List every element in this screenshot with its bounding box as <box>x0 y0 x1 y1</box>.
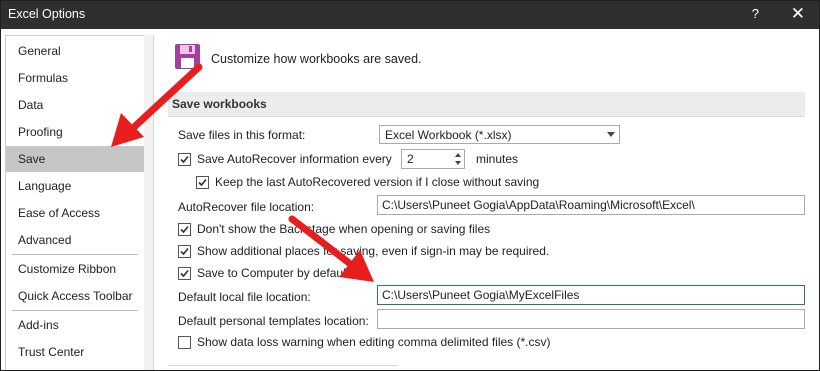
red-arrow-icon <box>288 215 374 282</box>
red-arrow-icon <box>111 63 203 147</box>
excel-options-dialog: Excel Options ? ✕ General Formulas Data … <box>0 0 820 371</box>
annotation-arrows <box>111 63 374 282</box>
